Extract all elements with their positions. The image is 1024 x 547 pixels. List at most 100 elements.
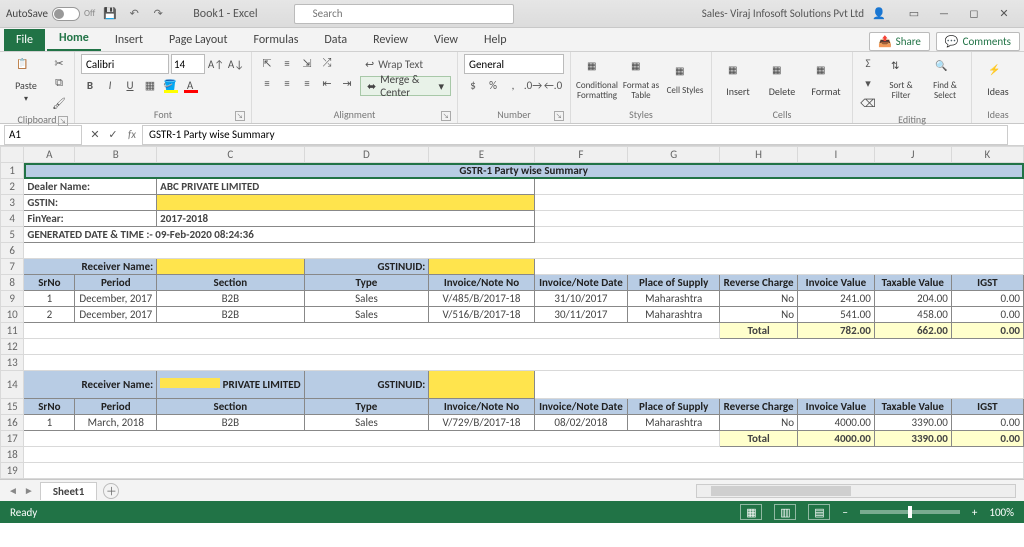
finyear-value[interactable]: 2017-2018 bbox=[157, 211, 534, 227]
accounting-icon[interactable]: $ bbox=[464, 76, 482, 94]
row-header[interactable]: 1 bbox=[1, 163, 24, 179]
row-header[interactable]: 6 bbox=[1, 243, 24, 259]
select-all-corner[interactable] bbox=[1, 147, 24, 163]
dealer-value[interactable]: ABC PRIVATE LIMITED bbox=[157, 179, 534, 195]
insert-cells-button[interactable]: ▦Insert bbox=[718, 54, 758, 106]
col-header[interactable]: J bbox=[874, 147, 951, 163]
total-row[interactable]: 17 Total 4000.00 3390.00 0.00 bbox=[1, 431, 1024, 447]
table-row[interactable]: 9 1 December, 2017 B2B Sales V/485/B/201… bbox=[1, 291, 1024, 307]
dialog-launcher-icon[interactable]: ↘ bbox=[554, 111, 564, 121]
zoom-slider[interactable] bbox=[860, 510, 960, 514]
autosum-icon[interactable]: Σ bbox=[859, 54, 877, 72]
zoom-out-icon[interactable]: − bbox=[842, 506, 847, 519]
search-input[interactable] bbox=[294, 4, 514, 24]
row-header[interactable]: 10 bbox=[1, 307, 24, 323]
gstinuid-value[interactable] bbox=[429, 259, 534, 275]
row-header[interactable]: 16 bbox=[1, 415, 24, 431]
sheet-nav-prev-icon[interactable]: ◄ bbox=[8, 484, 18, 497]
generated-timestamp[interactable]: GENERATED DATE & TIME :- 09-Feb-2020 08:… bbox=[24, 227, 534, 243]
col-header[interactable]: K bbox=[951, 147, 1023, 163]
zoom-in-icon[interactable]: + bbox=[972, 506, 977, 519]
dialog-launcher-icon[interactable]: ↘ bbox=[235, 111, 245, 121]
fx-icon[interactable]: fx bbox=[122, 128, 142, 141]
percent-icon[interactable]: % bbox=[484, 76, 502, 94]
slider-thumb[interactable] bbox=[908, 506, 912, 518]
th-invdate[interactable]: Invoice/Note Date bbox=[534, 275, 628, 291]
tab-insert[interactable]: Insert bbox=[103, 29, 155, 51]
row-header[interactable]: 5 bbox=[1, 227, 24, 243]
th-val[interactable]: Invoice Value bbox=[798, 275, 875, 291]
col-header[interactable]: B bbox=[75, 147, 157, 163]
align-bottom-icon[interactable]: ⇲ bbox=[298, 54, 316, 72]
underline-icon[interactable]: U bbox=[121, 76, 139, 94]
th-srno[interactable]: SrNo bbox=[24, 275, 75, 291]
format-as-table-button[interactable]: ▦Format as Table bbox=[621, 54, 661, 106]
col-header[interactable]: D bbox=[304, 147, 429, 163]
dealer-label[interactable]: Dealer Name: bbox=[24, 179, 157, 195]
tab-help[interactable]: Help bbox=[472, 29, 519, 51]
grow-font-icon[interactable]: A↑ bbox=[207, 55, 225, 73]
close-icon[interactable]: ✕ bbox=[990, 4, 1018, 24]
fill-color-icon[interactable]: 🪣 bbox=[161, 76, 179, 94]
conditional-formatting-button[interactable]: ▦Conditional Formatting bbox=[577, 54, 617, 106]
col-header[interactable]: C bbox=[157, 147, 304, 163]
align-left-icon[interactable]: ≡ bbox=[258, 74, 276, 92]
row-header[interactable]: 14 bbox=[1, 371, 24, 399]
normal-view-icon[interactable]: ▦ bbox=[740, 504, 762, 520]
ribbon-options-icon[interactable]: ▭ bbox=[900, 4, 928, 24]
scrollbar-thumb[interactable] bbox=[711, 486, 851, 496]
row-header[interactable]: 13 bbox=[1, 355, 24, 371]
row-header[interactable]: 2 bbox=[1, 179, 24, 195]
row-header[interactable]: 7 bbox=[1, 259, 24, 275]
report-title[interactable]: GSTR-1 Party wise Summary bbox=[24, 163, 1024, 179]
orientation-icon[interactable]: ⤮ bbox=[318, 54, 336, 72]
paste-button[interactable]: 📋Paste▾ bbox=[6, 54, 46, 106]
align-center-icon[interactable]: ≡ bbox=[278, 74, 296, 92]
th-rc[interactable]: Reverse Charge bbox=[720, 275, 798, 291]
row-header[interactable]: 3 bbox=[1, 195, 24, 211]
comma-icon[interactable]: , bbox=[504, 76, 522, 94]
table-row[interactable]: 16 1 March, 2018 B2B Sales V/729/B/2017-… bbox=[1, 415, 1024, 431]
row-header[interactable]: 17 bbox=[1, 431, 24, 447]
tab-data[interactable]: Data bbox=[312, 29, 359, 51]
align-right-icon[interactable]: ≡ bbox=[298, 74, 316, 92]
row-header[interactable]: 11 bbox=[1, 323, 24, 339]
row-header[interactable]: 4 bbox=[1, 211, 24, 227]
zoom-level[interactable]: 100% bbox=[989, 506, 1014, 519]
align-middle-icon[interactable]: ≡ bbox=[278, 54, 296, 72]
gstinuid-label[interactable]: GSTINUID: bbox=[304, 259, 429, 275]
share-button[interactable]: 📤Share bbox=[869, 32, 930, 51]
col-header[interactable]: H bbox=[720, 147, 798, 163]
indent-increase-icon[interactable]: ⇥ bbox=[338, 74, 356, 92]
merge-center-button[interactable]: ⬌ Merge & Center ▾ bbox=[360, 76, 451, 96]
save-icon[interactable]: 💾 bbox=[101, 5, 119, 23]
tab-formulas[interactable]: Formulas bbox=[241, 29, 310, 51]
col-header[interactable]: F bbox=[534, 147, 628, 163]
format-painter-icon[interactable]: 🖌 bbox=[50, 94, 68, 112]
th-pos[interactable]: Place of Supply bbox=[628, 275, 720, 291]
font-name-input[interactable] bbox=[81, 54, 169, 74]
row-header[interactable]: 12 bbox=[1, 339, 24, 355]
tab-home[interactable]: Home bbox=[47, 27, 101, 51]
find-select-button[interactable]: 🔍Find & Select bbox=[925, 54, 965, 106]
worksheet-grid[interactable]: A B C D E F G H I J K 1 GSTR-1 Party wis… bbox=[0, 146, 1024, 479]
receiver-label[interactable]: Receiver Name: bbox=[24, 259, 157, 275]
decrease-decimal-icon[interactable]: ←.0 bbox=[544, 76, 562, 94]
align-top-icon[interactable]: ⇱ bbox=[258, 54, 276, 72]
row-header[interactable]: 8 bbox=[1, 275, 24, 291]
th-tax[interactable]: Taxable Value bbox=[874, 275, 951, 291]
horizontal-scrollbar[interactable] bbox=[696, 484, 1016, 498]
column-headers[interactable]: A B C D E F G H I J K bbox=[1, 147, 1024, 163]
col-header[interactable]: G bbox=[628, 147, 720, 163]
fill-icon[interactable]: ▾ bbox=[859, 74, 877, 92]
receiver-value[interactable]: PRIVATE LIMITED bbox=[157, 371, 304, 399]
shrink-font-icon[interactable]: A↓ bbox=[227, 55, 245, 73]
clear-icon[interactable]: ⌫ bbox=[859, 94, 877, 112]
new-sheet-button[interactable]: ＋ bbox=[103, 483, 119, 499]
dialog-launcher-icon[interactable]: ↘ bbox=[441, 111, 451, 121]
sheet-nav-next-icon[interactable]: ► bbox=[24, 484, 34, 497]
th-igst[interactable]: IGST bbox=[951, 275, 1023, 291]
row-header[interactable]: 15 bbox=[1, 399, 24, 415]
dialog-launcher-icon[interactable]: ↘ bbox=[58, 116, 68, 126]
table-row[interactable]: 10 2 December, 2017 B2B Sales V/516/B/20… bbox=[1, 307, 1024, 323]
